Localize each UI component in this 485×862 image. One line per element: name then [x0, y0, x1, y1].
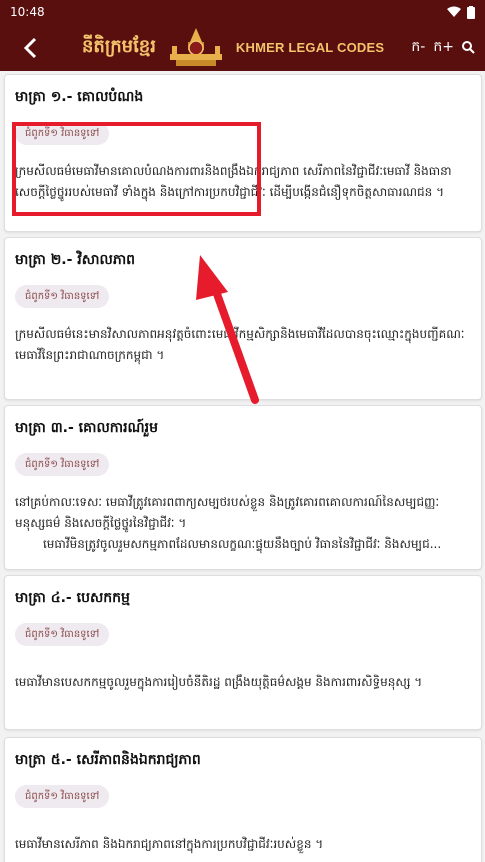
pointer-arrow-icon — [196, 255, 259, 404]
